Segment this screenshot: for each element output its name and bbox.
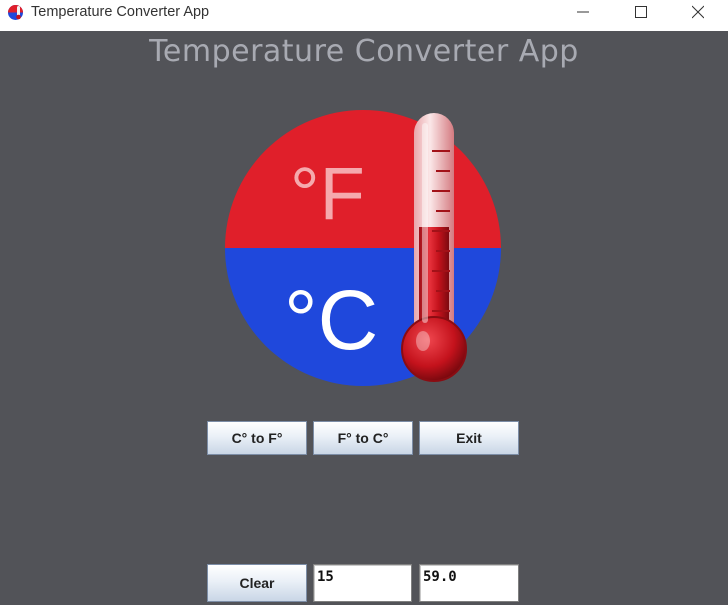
- fahrenheit-label: °F: [290, 152, 365, 235]
- celsius-to-fahrenheit-button[interactable]: C° to F°: [207, 421, 307, 455]
- maximize-button[interactable]: [618, 0, 664, 31]
- minimize-icon: [577, 11, 589, 13]
- title-bar: Temperature Converter App: [0, 0, 728, 31]
- temperature-result-field[interactable]: 59.0: [419, 564, 519, 602]
- celsius-label: °C: [284, 273, 378, 367]
- clear-button[interactable]: Clear: [207, 564, 307, 602]
- exit-button[interactable]: Exit: [419, 421, 519, 455]
- app-window: Temperature Converter App Temperature Co…: [0, 0, 728, 605]
- close-button[interactable]: [675, 0, 721, 31]
- temperature-input-field[interactable]: 15: [313, 564, 412, 602]
- window-title: Temperature Converter App: [31, 4, 210, 20]
- fahrenheit-to-celsius-button[interactable]: F° to C°: [313, 421, 413, 455]
- close-icon: [692, 5, 704, 19]
- maximize-icon: [635, 6, 647, 18]
- app-heading: Temperature Converter App: [149, 34, 579, 69]
- app-icon: [8, 5, 23, 20]
- thermometer-logo-icon: °F °C: [225, 110, 501, 386]
- minimize-button[interactable]: [560, 0, 606, 31]
- content-panel: Temperature Converter App °F °C C° to F°…: [0, 31, 728, 605]
